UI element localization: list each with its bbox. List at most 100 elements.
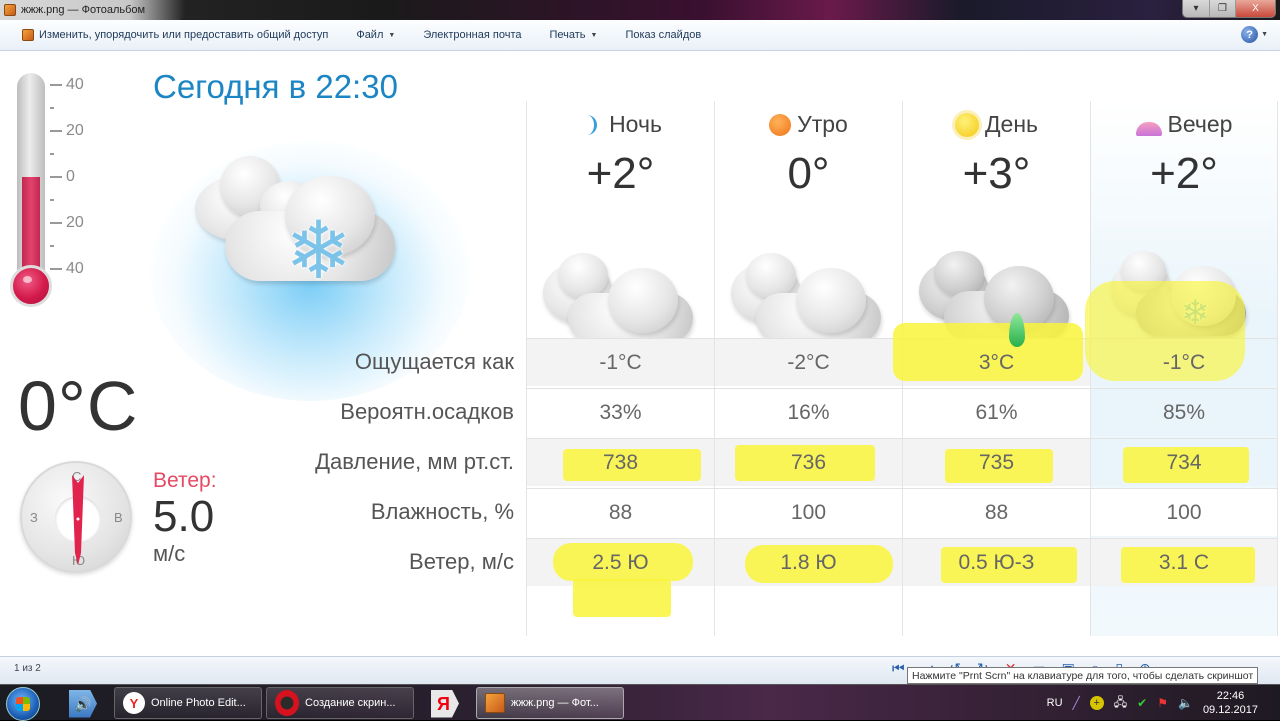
start-button[interactable] <box>6 687 40 721</box>
period-name: День <box>984 111 1039 137</box>
cloudy-icon <box>543 253 693 348</box>
thermometer-fill <box>22 177 40 278</box>
photo-gallery-icon <box>485 693 505 713</box>
restore-button[interactable]: ❐ <box>1209 0 1235 17</box>
thermo-tick: 20 <box>50 122 84 140</box>
table-cell: 738 <box>526 438 714 486</box>
checkmark-icon[interactable]: ✔ <box>1137 696 1147 710</box>
clock[interactable]: 22:46 09.12.2017 <box>1203 689 1258 717</box>
table-cell: 100 <box>714 488 902 536</box>
wind-compass: С З В Ю <box>20 461 132 573</box>
volume-pinned-icon[interactable]: 🔊 <box>66 688 100 719</box>
print-menu[interactable]: Печать ▼ <box>535 23 611 47</box>
system-tray: RU ╱ + 🖧 ✔ ⚑ 🔈 22:46 09.12.2017 <box>1047 685 1280 721</box>
taskbar-photo-gallery[interactable]: жжж.png — Фот... <box>476 687 624 719</box>
cloudy-snow-icon: ❄ <box>190 156 400 296</box>
table-cell: -1°C <box>526 338 714 386</box>
share-label: Изменить, упорядочить или предоставить о… <box>39 29 329 41</box>
page-counter: 1 из 2 <box>14 663 41 674</box>
file-label: Файл <box>356 29 384 41</box>
thermo-minor-tick <box>50 153 54 155</box>
row-label: Ощущается как <box>354 349 514 374</box>
volume-icon[interactable]: 🔈 <box>1178 696 1193 710</box>
chevron-down-icon: ▼ <box>388 31 396 39</box>
period-header: Утро <box>715 111 902 138</box>
previous-icon[interactable]: ⏮ <box>892 660 905 677</box>
morning-sun-icon <box>769 113 792 136</box>
row-label: Давление, мм рт.ст. <box>315 449 514 474</box>
window-controls: ▾ ❐ X <box>1182 0 1276 18</box>
compass-west: З <box>30 510 38 525</box>
help-icon: ? <box>1241 26 1259 43</box>
email-label: Электронная почта <box>423 29 522 41</box>
table-cell: -2°C <box>714 338 902 386</box>
clock-time: 22:46 <box>1216 690 1245 702</box>
wind-direction-arrow-icon <box>72 475 84 565</box>
compass-east: В <box>114 510 123 525</box>
table-cell: 16% <box>714 388 902 436</box>
thermo-tick: 40 <box>50 260 84 278</box>
thermo-tick: 0 <box>50 168 75 186</box>
table-cell: 85% <box>1090 388 1278 436</box>
table-cell: 61% <box>902 388 1090 436</box>
sun-icon <box>954 112 979 137</box>
close-button[interactable]: X <box>1235 0 1275 17</box>
wind-label: Ветер: <box>153 469 217 492</box>
minimize-button[interactable]: ▾ <box>1183 0 1209 17</box>
thermo-minor-tick <box>50 107 54 109</box>
taskbar-yandex-browser[interactable]: Y Online Photo Edit... <box>114 687 262 719</box>
current-temperature: 0°C <box>18 367 139 445</box>
cloudy-icon <box>731 253 881 348</box>
period-temp: 0° <box>787 149 830 198</box>
opera-icon <box>275 690 299 716</box>
file-menu[interactable]: Файл ▼ <box>342 23 409 47</box>
title-bar: жжж.png — Фотоальбом ▾ ❐ X <box>0 0 1280 20</box>
table-row-wind: Ветер, м/с 2.5 Ю 1.8 Ю 0.5 Ю-З 3.1 С <box>280 537 1278 617</box>
window-title: жжж.png — Фотоальбом <box>21 4 146 16</box>
thermo-tick: 40 <box>50 76 84 94</box>
thermo-tick: 20 <box>50 214 84 232</box>
photo-gallery-icon <box>4 4 16 16</box>
wind-unit: м/с <box>153 541 186 566</box>
row-label: Влажность, % <box>370 499 514 524</box>
period-temp: +2° <box>1150 149 1218 198</box>
slideshow-button[interactable]: Показ слайдов <box>611 23 715 47</box>
period-temp: +3° <box>962 149 1031 198</box>
add-icon[interactable]: + <box>1089 696 1104 710</box>
chevron-down-icon: ▼ <box>590 31 598 39</box>
email-button[interactable]: Электронная почта <box>409 23 535 47</box>
table-cell: 33% <box>526 388 714 436</box>
table-cell: 88 <box>526 488 714 536</box>
help-menu[interactable]: ? ▼ <box>1241 26 1268 43</box>
feather-icon[interactable]: ╱ <box>1073 696 1080 710</box>
chevron-down-icon: ▼ <box>1261 31 1268 38</box>
table-row-humidity: Влажность, % 88 100 88 100 <box>280 487 1278 537</box>
share-icon <box>22 29 34 41</box>
row-label: Вероятн.осадков <box>340 399 514 424</box>
wind-speed: 5.0 <box>153 492 215 541</box>
today-title: Сегодня в 22:30 <box>153 68 398 105</box>
yandex-browser-icon: Y <box>123 692 145 714</box>
share-menu[interactable]: Изменить, упорядочить или предоставить о… <box>0 23 342 47</box>
network-icon[interactable]: 🖧 <box>1114 693 1127 714</box>
thermo-minor-tick <box>50 245 54 247</box>
yandex-pinned-icon[interactable]: Я <box>428 688 462 719</box>
taskbar-opera[interactable]: Создание скрин... <box>266 687 414 719</box>
taskbar: 🔊 Y Online Photo Edit... Создание скрин.… <box>0 684 1280 721</box>
moon-icon <box>587 114 598 135</box>
period-name: Утро <box>797 111 848 137</box>
table-cell: 735 <box>902 438 1090 486</box>
print-label: Печать <box>549 29 586 41</box>
action-center-flag-icon[interactable]: ⚑ <box>1157 696 1168 710</box>
period-header: Ночь <box>527 111 714 138</box>
language-indicator[interactable]: RU <box>1047 697 1063 709</box>
thermometer: 40 20 0 20 40 <box>10 73 110 313</box>
period-temp: +2° <box>586 149 655 198</box>
table-cell: 1.8 Ю <box>714 538 902 586</box>
row-label: Ветер, м/с <box>409 549 514 574</box>
table-cell: 3.1 С <box>1090 538 1278 586</box>
thermometer-bulb <box>10 265 52 307</box>
table-cell: 88 <box>902 488 1090 536</box>
period-header: Вечер <box>1091 111 1277 138</box>
toolbar: Изменить, упорядочить или предоставить о… <box>0 20 1280 51</box>
